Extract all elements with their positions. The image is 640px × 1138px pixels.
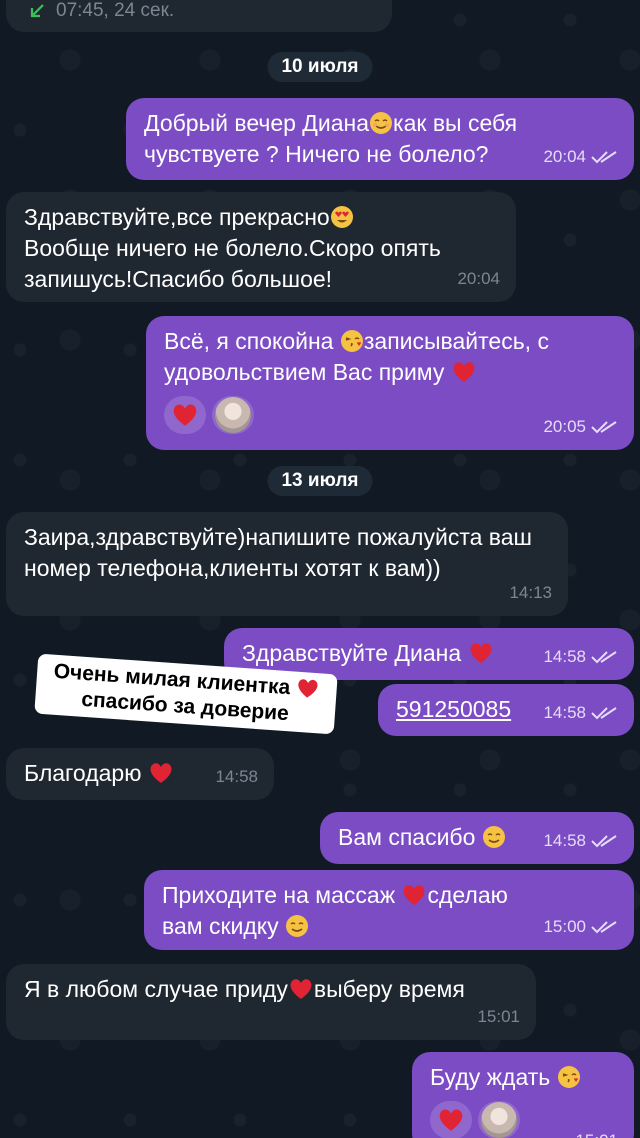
arrow-down-left-icon <box>30 4 44 18</box>
message-incoming[interactable]: Здравствуйте,все прекрасно Вообще ничего… <box>6 192 516 302</box>
message-outgoing[interactable]: Всё, я спокойна записывайтесь, с удоволь… <box>146 316 634 450</box>
double-check-icon <box>591 420 617 433</box>
message-time: 20:05 <box>543 417 586 436</box>
message-incoming[interactable]: Заира,здравствуйте)напишите пожалуйста в… <box>6 512 568 616</box>
message-meta: 15:00 <box>543 911 618 942</box>
avatar <box>481 1102 517 1138</box>
message-time: 14:58 <box>543 703 586 722</box>
message-time: 20:04 <box>543 147 586 166</box>
message-text: Буду ждать <box>430 1064 557 1090</box>
phone-link[interactable]: 591250085 <box>396 696 511 722</box>
message-text-2: Вообще ничего не болело.Скоро опять запи… <box>24 235 441 292</box>
message-text-2: выберу время <box>313 976 465 1002</box>
message-meta: 14:58 <box>543 641 618 672</box>
message-meta: 20:04 <box>457 263 500 294</box>
message-outgoing[interactable]: Добрый вечер Диана как вы себя чувствуете… <box>126 98 634 180</box>
message-meta: 20:04 <box>543 141 618 172</box>
message-text: Вам спасибо <box>338 824 482 850</box>
message-incoming[interactable]: Я в любом случае приду выберу время 15:01 <box>6 964 536 1040</box>
message-text: Заира,здравствуйте)напишите пожалуйста в… <box>24 524 532 581</box>
message-outgoing[interactable]: Вам спасибо 14:58 <box>320 812 634 864</box>
message-text: Здравствуйте,все прекрасно <box>24 204 330 230</box>
red-heart-icon <box>298 679 318 698</box>
message-meta: 20:05 <box>543 411 618 442</box>
message-outgoing[interactable]: Приходите на массаж сделаю вам скидку 15… <box>144 870 634 950</box>
red-heart-icon <box>290 979 312 999</box>
message-text: Здравствуйте Диана <box>242 640 468 666</box>
reaction-avatar[interactable] <box>212 396 254 434</box>
red-heart-icon <box>404 885 425 905</box>
message-outgoing[interactable]: 591250085 14:58 <box>378 684 634 736</box>
smiling-face-icon <box>370 112 393 134</box>
reaction-heart[interactable] <box>430 1101 472 1138</box>
kiss-face-icon <box>340 330 363 352</box>
message-incoming[interactable]: Благодарю 14:58 <box>6 748 274 800</box>
message-time: 14:58 <box>215 767 258 786</box>
double-check-icon <box>591 706 617 719</box>
message-time: 14:58 <box>543 831 586 850</box>
red-heart-icon <box>173 404 197 426</box>
message-meta: 14:58 <box>543 697 618 728</box>
message-text: Благодарю <box>24 760 148 786</box>
message-text: Всё, я спокойна <box>164 328 340 354</box>
smiling-face-icon <box>286 915 308 937</box>
message-time: 14:13 <box>509 583 552 602</box>
avatar <box>215 397 251 433</box>
date-separator: 10 июля <box>267 52 373 82</box>
message-time: 15:01 <box>477 1007 520 1026</box>
message-text: Добрый вечер Диана <box>144 110 370 136</box>
red-heart-icon <box>439 1109 463 1131</box>
message-text: Приходите на массаж <box>162 882 402 908</box>
double-check-icon <box>591 834 617 847</box>
smiling-face-icon <box>482 826 505 848</box>
reaction-heart[interactable] <box>164 396 206 434</box>
message-time: 20:04 <box>457 269 500 288</box>
red-heart-icon <box>150 763 172 783</box>
date-separator: 13 июля <box>267 466 373 496</box>
heart-eyes-icon <box>330 206 353 228</box>
message-time: 15:01 <box>575 1125 618 1138</box>
reaction-avatar[interactable] <box>478 1101 520 1138</box>
message-meta: 14:58 <box>543 825 618 856</box>
message-meta: 14:58 <box>215 761 258 792</box>
kiss-face-icon <box>557 1066 580 1088</box>
red-heart-icon <box>470 643 491 663</box>
message-meta: 15:01 <box>575 1125 618 1138</box>
call-bubble[interactable]: 07:45, 24 сек. <box>6 0 392 32</box>
double-check-icon <box>591 920 617 933</box>
message-time: 15:00 <box>543 917 586 936</box>
message-meta: 15:01 <box>477 1001 520 1032</box>
double-check-icon <box>591 150 617 163</box>
double-check-icon <box>591 650 617 663</box>
message-outgoing[interactable]: Буду ждать 15:01 <box>412 1052 634 1138</box>
red-heart-icon <box>453 362 475 382</box>
message-time: 14:58 <box>543 647 586 666</box>
message-text: Я в любом случае приду <box>24 976 288 1002</box>
call-info: 07:45, 24 сек. <box>56 0 175 21</box>
message-meta: 14:13 <box>509 577 552 608</box>
